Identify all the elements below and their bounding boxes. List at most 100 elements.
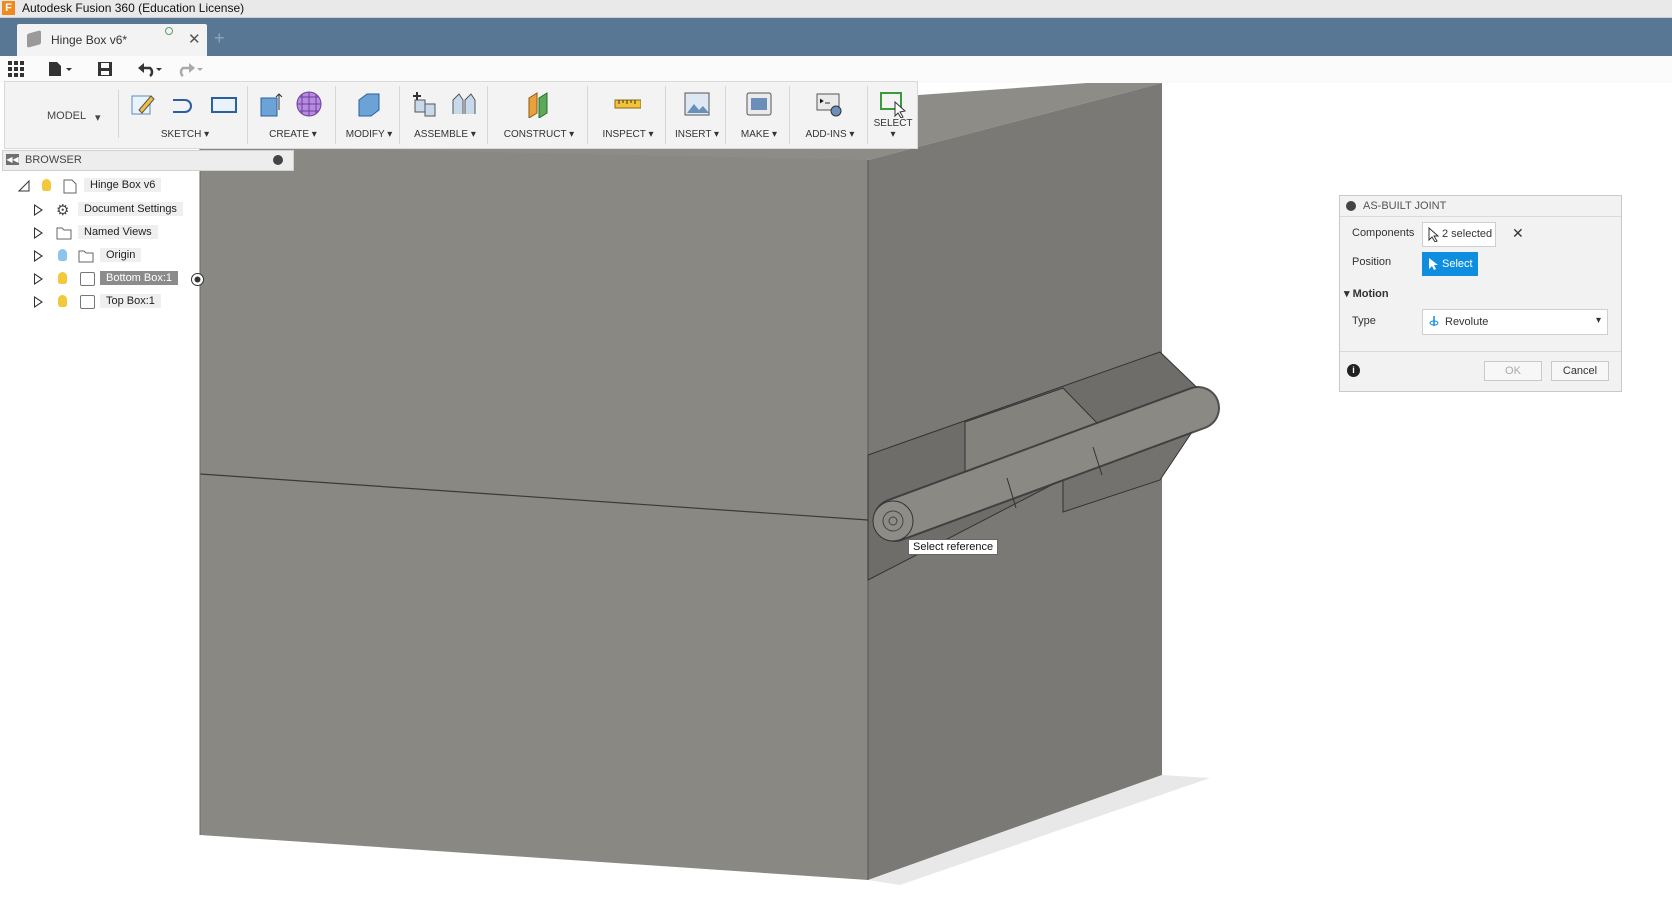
minimize-browser-icon[interactable]: [273, 155, 283, 165]
as-built-joint-dialog: AS-BUILT JOINT Components 2 selected ✕ P…: [1339, 195, 1622, 392]
toolbar-group-assemble[interactable]: ASSEMBLE ▾: [403, 86, 488, 144]
browser-item-label: Top Box:1: [100, 294, 161, 308]
browser-title: BROWSER: [25, 154, 82, 166]
motion-section-toggle[interactable]: ▾ Motion: [1344, 287, 1389, 300]
quick-access-bar: [0, 56, 1672, 83]
components-selection[interactable]: 2 selected: [1422, 222, 1496, 247]
browser-item-named-views[interactable]: Named Views: [34, 224, 234, 242]
undo-icon[interactable]: [137, 61, 163, 77]
info-icon[interactable]: i: [1347, 364, 1360, 377]
rectangle-icon[interactable]: [209, 90, 237, 118]
document-tab[interactable]: Hinge Box v6* ✕: [17, 24, 207, 56]
visibility-bulb-icon[interactable]: [58, 272, 67, 284]
data-panel-grid-icon[interactable]: [8, 61, 24, 77]
toolbar-group-inspect[interactable]: INSPECT ▾: [591, 86, 666, 144]
gear-icon: ⚙: [56, 202, 70, 219]
browser-item-document-settings[interactable]: ⚙ Document Settings: [34, 201, 234, 219]
dialog-title: AS-BUILT JOINT: [1363, 200, 1447, 212]
toolbar-group-add-ins[interactable]: ADD-INS ▾: [793, 86, 868, 144]
visibility-bulb-icon[interactable]: [58, 249, 67, 261]
group-label-assemble: ASSEMBLE ▾: [414, 129, 476, 140]
workspace-switcher[interactable]: MODEL ▾: [13, 90, 119, 138]
expanded-triangle-icon[interactable]: [18, 180, 30, 192]
expand-triangle-icon[interactable]: [34, 227, 43, 239]
group-label-construct: CONSTRUCT ▾: [503, 129, 575, 140]
press-pull-icon[interactable]: [355, 90, 383, 118]
workspace-label: MODEL: [47, 110, 87, 122]
cursor-arrow-icon: [1428, 227, 1440, 242]
toolbar-group-create[interactable]: CREATE ▾: [251, 86, 336, 144]
new-component-icon[interactable]: [411, 90, 439, 118]
dialog-footer: i OK Cancel: [1340, 351, 1621, 392]
browser-item-label: Hinge Box v6: [84, 178, 162, 192]
visibility-bulb-icon[interactable]: [42, 179, 51, 191]
browser-item-root[interactable]: Hinge Box v6: [18, 177, 218, 195]
expand-triangle-icon[interactable]: [34, 273, 43, 285]
folder-icon: [56, 227, 72, 240]
3d-print-icon[interactable]: [745, 90, 773, 118]
folder-icon: [78, 250, 94, 263]
insert-image-icon[interactable]: [683, 90, 711, 118]
close-tab-icon[interactable]: ✕: [188, 30, 201, 48]
extrude-icon[interactable]: [257, 90, 285, 118]
group-label-create: CREATE ▾: [269, 129, 317, 140]
create-sketch-icon[interactable]: [129, 90, 157, 118]
browser-item-label: Origin: [100, 248, 142, 262]
toolbar-group-modify[interactable]: MODIFY ▾: [339, 86, 400, 144]
document-icon: [63, 179, 77, 194]
group-label-insert: INSERT ▾: [674, 129, 720, 140]
main-toolbar: MODEL ▾ SKETCH ▾ CREATE ▾ MODIFY ▾ ASSEM…: [4, 81, 918, 149]
joint-icon[interactable]: [449, 90, 477, 118]
title-bar: F Autodesk Fusion 360 (Education License…: [0, 0, 1672, 18]
group-label-inspect: INSPECT ▾: [602, 129, 654, 140]
browser-item-label: Named Views: [78, 225, 158, 239]
toolbar-group-sketch[interactable]: SKETCH ▾: [123, 86, 248, 144]
revolute-icon: [1429, 316, 1439, 326]
measure-icon[interactable]: [613, 90, 641, 118]
ok-button[interactable]: OK: [1484, 361, 1542, 381]
cursor-arrow-icon: [1429, 258, 1438, 270]
line-icon[interactable]: [169, 90, 197, 118]
toolbar-group-select[interactable]: SELECT ▾: [871, 86, 915, 144]
cube-icon: [27, 30, 41, 48]
expand-triangle-icon[interactable]: [34, 204, 43, 216]
redo-icon[interactable]: [178, 61, 204, 77]
toolbar-group-construct[interactable]: CONSTRUCT ▾: [491, 86, 588, 144]
scripts-addins-icon[interactable]: [815, 90, 843, 118]
offset-plane-icon[interactable]: [525, 90, 553, 118]
document-tab-bar: Hinge Box v6* ✕ +: [0, 18, 1672, 56]
browser-item-label: Document Settings: [78, 202, 183, 216]
position-label: Position: [1352, 256, 1392, 268]
chevron-down-icon: ▾: [95, 112, 101, 124]
browser-item-origin[interactable]: Origin: [34, 247, 234, 265]
browser-item-label: Bottom Box:1: [100, 271, 179, 285]
component-icon: [80, 295, 95, 309]
components-label: Components: [1352, 227, 1415, 239]
form-icon[interactable]: [295, 90, 323, 118]
components-selection-value: 2 selected: [1442, 228, 1493, 240]
collapse-browser-icon[interactable]: ◀◀: [6, 154, 19, 165]
expand-triangle-icon[interactable]: [34, 250, 43, 262]
browser-item-bottom-box[interactable]: Bottom Box:1: [34, 270, 234, 288]
motion-type-value: Revolute: [1445, 316, 1489, 328]
toolbar-group-insert[interactable]: INSERT ▾: [669, 86, 726, 144]
dialog-header: AS-BUILT JOINT: [1340, 196, 1621, 217]
visibility-bulb-icon[interactable]: [58, 295, 67, 307]
group-label-select: SELECT ▾: [873, 118, 913, 140]
group-label-sketch: SKETCH ▾: [160, 129, 210, 140]
browser-item-top-box[interactable]: Top Box:1: [34, 293, 234, 311]
collapse-dialog-icon[interactable]: [1346, 201, 1356, 211]
new-tab-icon[interactable]: +: [214, 28, 225, 49]
select-reference-tooltip: Select reference: [908, 539, 999, 555]
activate-component-icon[interactable]: [190, 272, 205, 287]
clear-selection-icon[interactable]: ✕: [1512, 225, 1524, 242]
motion-type-select[interactable]: Revolute ▾: [1422, 309, 1608, 335]
expand-triangle-icon[interactable]: [34, 296, 43, 308]
file-menu-icon[interactable]: [48, 61, 74, 77]
toolbar-group-make[interactable]: MAKE ▾: [729, 86, 790, 144]
select-icon[interactable]: [879, 90, 907, 118]
save-icon[interactable]: [97, 61, 113, 77]
position-select-button[interactable]: Select: [1422, 252, 1478, 276]
document-tab-label: Hinge Box v6*: [51, 33, 128, 47]
cancel-button[interactable]: Cancel: [1551, 361, 1609, 381]
